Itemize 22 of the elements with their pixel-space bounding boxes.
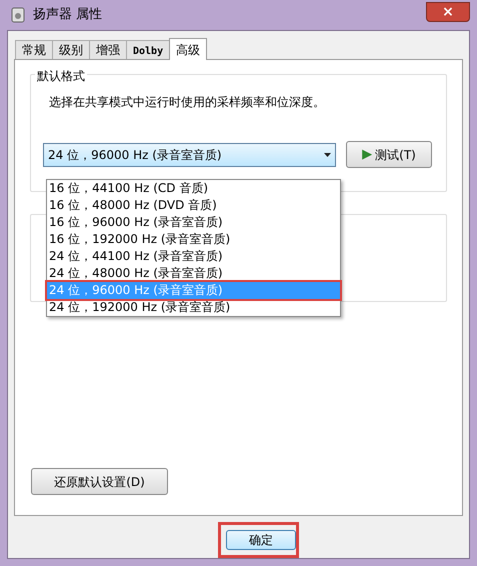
dropdown-option[interactable]: 24 位，48000 Hz (录音室音质) — [47, 265, 340, 282]
speaker-icon — [11, 7, 25, 23]
ok-button[interactable]: 确定 — [226, 530, 296, 550]
dropdown-option[interactable]: 16 位，192000 Hz (录音室音质) — [47, 231, 340, 248]
tab[interactable]: Dolby — [126, 40, 170, 59]
dropdown-option[interactable]: 16 位，48000 Hz (DVD 音质) — [47, 197, 340, 214]
test-button[interactable]: ▶ 测试(T) — [346, 141, 432, 168]
dropdown-option[interactable]: 16 位，96000 Hz (录音室音质) — [47, 214, 340, 231]
dropdown-option[interactable]: 24 位，44100 Hz (录音室音质) — [47, 248, 340, 265]
tab[interactable]: 增强 — [89, 40, 127, 59]
restore-defaults-button[interactable]: 还原默认设置(D) — [31, 468, 168, 495]
dropdown-option[interactable]: 24 位，192000 Hz (录音室音质) — [47, 299, 340, 316]
tab[interactable]: 级别 — [52, 40, 90, 59]
tab[interactable]: 常规 — [15, 40, 53, 59]
format-dropdown[interactable]: 24 位，96000 Hz (录音室音质) — [43, 142, 336, 166]
caret-icon — [324, 152, 331, 156]
tab[interactable]: 高级 — [169, 38, 208, 60]
description: 选择在共享模式中运行时使用的采样频率和位深度。 — [48, 94, 326, 111]
dropdown-option[interactable]: 16 位，44100 Hz (CD 音质) — [47, 180, 340, 197]
close-button[interactable]: × — [426, 2, 470, 22]
window-title: 扬声器 属性 — [33, 6, 102, 24]
group-title: 默认格式 — [35, 67, 87, 85]
